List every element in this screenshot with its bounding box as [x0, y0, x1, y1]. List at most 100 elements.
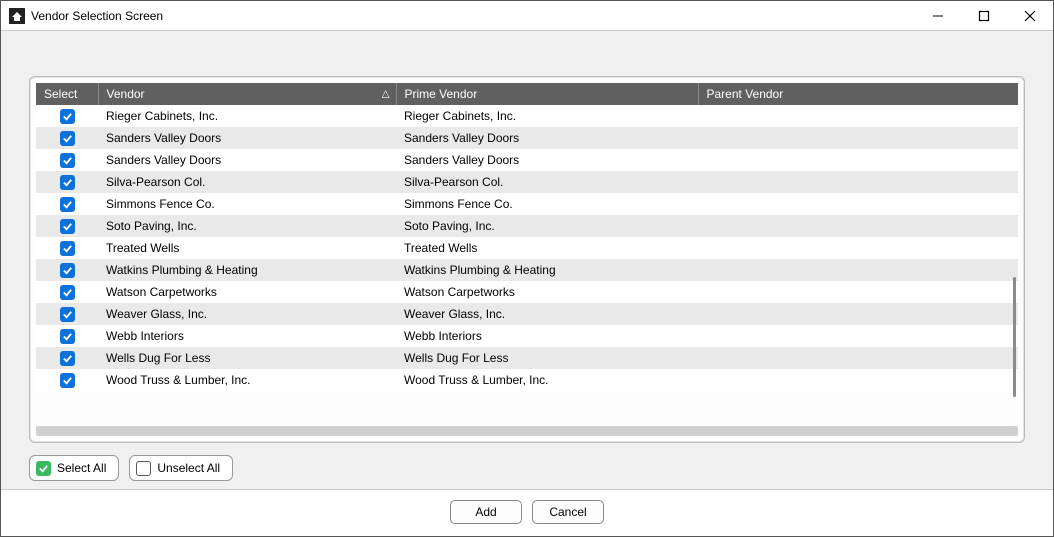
parent-vendor-cell[interactable] — [698, 325, 1018, 347]
vertical-scrollbar-thumb[interactable] — [1013, 277, 1016, 397]
prime-vendor-cell[interactable]: Watson Carpetworks — [396, 281, 698, 303]
maximize-button[interactable] — [961, 1, 1007, 30]
checkbox-checked-icon[interactable] — [60, 329, 75, 344]
checkbox-checked-icon[interactable] — [60, 197, 75, 212]
title-bar[interactable]: Vendor Selection Screen — [1, 1, 1053, 31]
select-all-button[interactable]: Select All — [29, 455, 119, 481]
parent-vendor-cell[interactable] — [698, 347, 1018, 369]
column-header-vendor-label: Vendor — [107, 87, 145, 101]
table-row[interactable]: Wood Truss & Lumber, Inc.Wood Truss & Lu… — [36, 369, 1018, 391]
window-title: Vendor Selection Screen — [31, 9, 163, 23]
parent-vendor-cell[interactable] — [698, 127, 1018, 149]
table-row[interactable]: Silva-Pearson Col.Silva-Pearson Col. — [36, 171, 1018, 193]
row-select-cell[interactable] — [36, 237, 98, 259]
prime-vendor-cell[interactable]: Silva-Pearson Col. — [396, 171, 698, 193]
vendor-cell[interactable]: Wood Truss & Lumber, Inc. — [98, 369, 396, 391]
parent-vendor-cell[interactable] — [698, 149, 1018, 171]
checkbox-checked-icon[interactable] — [60, 307, 75, 322]
table-row[interactable]: Wells Dug For LessWells Dug For Less — [36, 347, 1018, 369]
column-header-select[interactable]: Select — [36, 83, 98, 105]
table-row[interactable]: Watkins Plumbing & HeatingWatkins Plumbi… — [36, 259, 1018, 281]
row-select-cell[interactable] — [36, 193, 98, 215]
row-select-cell[interactable] — [36, 215, 98, 237]
vendor-cell[interactable]: Rieger Cabinets, Inc. — [98, 105, 396, 127]
parent-vendor-cell[interactable] — [698, 105, 1018, 127]
checkbox-checked-icon[interactable] — [60, 373, 75, 388]
vendor-cell[interactable]: Watson Carpetworks — [98, 281, 396, 303]
row-select-cell[interactable] — [36, 259, 98, 281]
horizontal-scrollbar[interactable] — [36, 426, 1018, 436]
row-select-cell[interactable] — [36, 347, 98, 369]
close-button[interactable] — [1007, 1, 1053, 30]
prime-vendor-cell[interactable]: Sanders Valley Doors — [396, 149, 698, 171]
prime-vendor-cell[interactable]: Weaver Glass, Inc. — [396, 303, 698, 325]
prime-vendor-cell[interactable]: Simmons Fence Co. — [396, 193, 698, 215]
row-select-cell[interactable] — [36, 325, 98, 347]
parent-vendor-cell[interactable] — [698, 303, 1018, 325]
table-row[interactable]: Weaver Glass, Inc.Weaver Glass, Inc. — [36, 303, 1018, 325]
checkbox-checked-icon[interactable] — [60, 263, 75, 278]
table-row[interactable]: Sanders Valley DoorsSanders Valley Doors — [36, 127, 1018, 149]
checkbox-checked-icon[interactable] — [60, 153, 75, 168]
window-frame: Vendor Selection Screen Select — [0, 0, 1054, 537]
table-row[interactable]: Soto Paving, Inc.Soto Paving, Inc. — [36, 215, 1018, 237]
vendor-cell[interactable]: Silva-Pearson Col. — [98, 171, 396, 193]
checkbox-checked-icon[interactable] — [60, 285, 75, 300]
vendor-cell[interactable]: Webb Interiors — [98, 325, 396, 347]
prime-vendor-cell[interactable]: Watkins Plumbing & Heating — [396, 259, 698, 281]
prime-vendor-cell[interactable]: Sanders Valley Doors — [396, 127, 698, 149]
grid-wrap: Select Vendor △ Prime Vendor Parent Vend… — [36, 83, 1018, 422]
parent-vendor-cell[interactable] — [698, 193, 1018, 215]
checkbox-checked-icon[interactable] — [60, 241, 75, 256]
horizontal-scrollbar-thumb[interactable] — [37, 427, 1017, 435]
parent-vendor-cell[interactable] — [698, 171, 1018, 193]
prime-vendor-cell[interactable]: Soto Paving, Inc. — [396, 215, 698, 237]
row-select-cell[interactable] — [36, 369, 98, 391]
parent-vendor-cell[interactable] — [698, 281, 1018, 303]
checkbox-checked-icon[interactable] — [60, 351, 75, 366]
column-header-parent-vendor[interactable]: Parent Vendor — [698, 83, 1018, 105]
table-row[interactable]: Simmons Fence Co.Simmons Fence Co. — [36, 193, 1018, 215]
prime-vendor-cell[interactable]: Rieger Cabinets, Inc. — [396, 105, 698, 127]
checkbox-checked-icon[interactable] — [60, 175, 75, 190]
prime-vendor-cell[interactable]: Wood Truss & Lumber, Inc. — [396, 369, 698, 391]
table-row[interactable]: Rieger Cabinets, Inc.Rieger Cabinets, In… — [36, 105, 1018, 127]
vendor-grid[interactable]: Select Vendor △ Prime Vendor Parent Vend… — [36, 83, 1018, 391]
prime-vendor-cell[interactable]: Wells Dug For Less — [396, 347, 698, 369]
checkbox-checked-icon[interactable] — [60, 109, 75, 124]
column-header-parent-label: Parent Vendor — [707, 87, 784, 101]
vendor-cell[interactable]: Watkins Plumbing & Heating — [98, 259, 396, 281]
vendor-cell[interactable]: Sanders Valley Doors — [98, 127, 396, 149]
add-button[interactable]: Add — [450, 500, 522, 524]
vertical-scrollbar[interactable] — [1013, 111, 1016, 412]
parent-vendor-cell[interactable] — [698, 237, 1018, 259]
vendor-cell[interactable]: Wells Dug For Less — [98, 347, 396, 369]
parent-vendor-cell[interactable] — [698, 259, 1018, 281]
table-row[interactable]: Sanders Valley DoorsSanders Valley Doors — [36, 149, 1018, 171]
row-select-cell[interactable] — [36, 149, 98, 171]
table-row[interactable]: Watson CarpetworksWatson Carpetworks — [36, 281, 1018, 303]
column-header-prime-vendor[interactable]: Prime Vendor — [396, 83, 698, 105]
vendor-cell[interactable]: Sanders Valley Doors — [98, 149, 396, 171]
row-select-cell[interactable] — [36, 281, 98, 303]
cancel-button[interactable]: Cancel — [532, 500, 604, 524]
table-row[interactable]: Webb InteriorsWebb Interiors — [36, 325, 1018, 347]
row-select-cell[interactable] — [36, 105, 98, 127]
vendor-cell[interactable]: Weaver Glass, Inc. — [98, 303, 396, 325]
vendor-cell[interactable]: Simmons Fence Co. — [98, 193, 396, 215]
table-row[interactable]: Treated WellsTreated Wells — [36, 237, 1018, 259]
row-select-cell[interactable] — [36, 171, 98, 193]
prime-vendor-cell[interactable]: Webb Interiors — [396, 325, 698, 347]
checkbox-checked-icon[interactable] — [60, 131, 75, 146]
column-header-vendor[interactable]: Vendor △ — [98, 83, 396, 105]
parent-vendor-cell[interactable] — [698, 215, 1018, 237]
prime-vendor-cell[interactable]: Treated Wells — [396, 237, 698, 259]
vendor-cell[interactable]: Treated Wells — [98, 237, 396, 259]
unselect-all-button[interactable]: Unselect All — [129, 455, 233, 481]
vendor-cell[interactable]: Soto Paving, Inc. — [98, 215, 396, 237]
checkbox-checked-icon[interactable] — [60, 219, 75, 234]
minimize-button[interactable] — [915, 1, 961, 30]
row-select-cell[interactable] — [36, 127, 98, 149]
row-select-cell[interactable] — [36, 303, 98, 325]
parent-vendor-cell[interactable] — [698, 369, 1018, 391]
